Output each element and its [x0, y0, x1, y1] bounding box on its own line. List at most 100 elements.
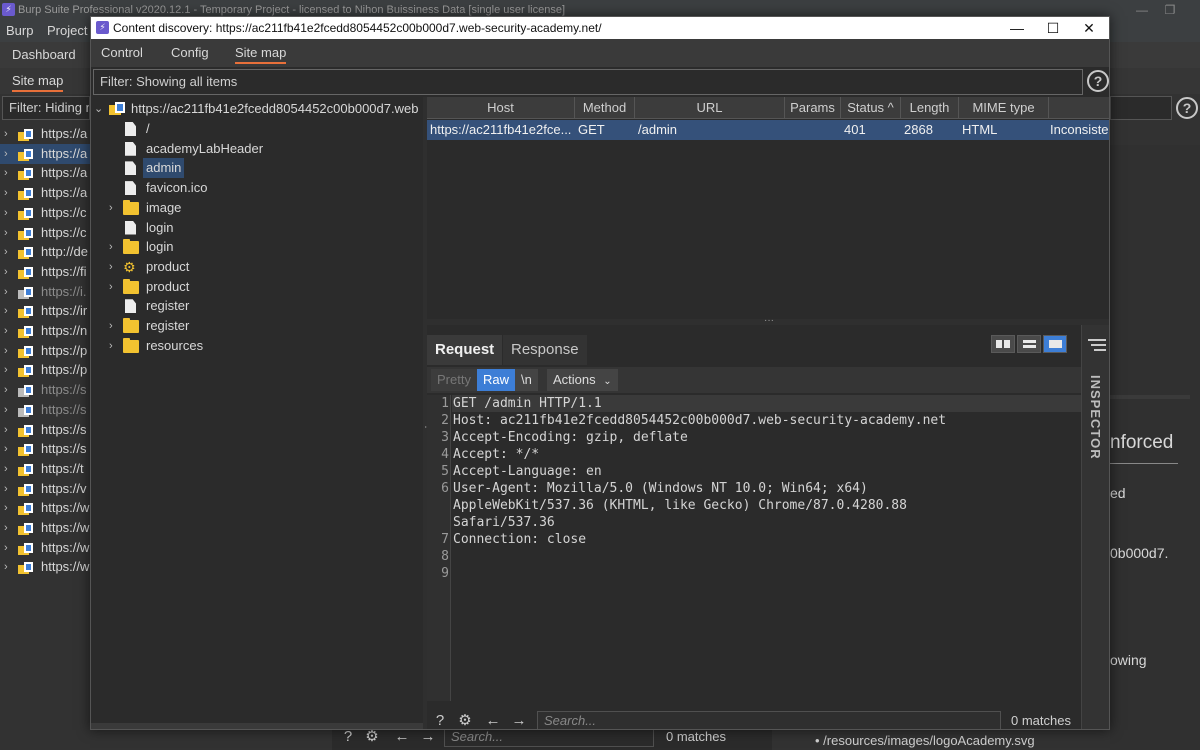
tab-response[interactable]: Response	[503, 335, 587, 365]
tab-control[interactable]: Control	[101, 45, 143, 60]
col-status[interactable]: Status ^	[841, 97, 901, 119]
restore-icon[interactable]: ❐	[1156, 0, 1184, 20]
tree-item[interactable]: › https://c	[0, 223, 90, 243]
chevron-right-icon[interactable]: ›	[109, 277, 113, 297]
chevron-right-icon[interactable]: ›	[4, 262, 8, 282]
tree-item[interactable]: › https://a	[0, 124, 90, 144]
inspector-menu-icon[interactable]	[1088, 339, 1106, 353]
chevron-right-icon[interactable]: ›	[4, 420, 8, 440]
tree-node[interactable]: academyLabHeader	[91, 139, 423, 159]
chevron-right-icon[interactable]: ›	[4, 144, 8, 164]
tree-item[interactable]: › https://s	[0, 420, 90, 440]
chevron-right-icon[interactable]: ›	[109, 336, 113, 356]
chevron-right-icon[interactable]: ›	[4, 538, 8, 558]
chevron-right-icon[interactable]: ›	[4, 439, 8, 459]
tree-item[interactable]: › https://s	[0, 439, 90, 459]
menu-project[interactable]: Project	[47, 23, 87, 38]
tab-request[interactable]: Request	[427, 335, 503, 365]
tree-item[interactable]: › https://a	[0, 163, 90, 183]
arrow-right-icon[interactable]: →	[509, 711, 529, 729]
chevron-right-icon[interactable]: ›	[109, 198, 113, 218]
chevron-right-icon[interactable]: ›	[109, 316, 113, 336]
tree-item[interactable]: › https://s	[0, 380, 90, 400]
minimize-icon[interactable]: —	[1128, 0, 1156, 20]
arrow-left-icon[interactable]: ←	[392, 727, 412, 747]
raw-button[interactable]: Raw	[477, 369, 516, 391]
col-method[interactable]: Method	[575, 97, 635, 119]
chevron-right-icon[interactable]: ›	[4, 163, 8, 183]
gear-icon[interactable]: ⚙	[362, 727, 382, 747]
chevron-right-icon[interactable]: ›	[4, 321, 8, 341]
inspector-sidebar[interactable]: INSPECTOR	[1081, 325, 1109, 729]
chevron-right-icon[interactable]: ›	[4, 203, 8, 223]
close-icon[interactable]: ✕	[1071, 17, 1107, 39]
tree-node[interactable]: › image	[91, 198, 423, 218]
tree-item[interactable]: › https://c	[0, 203, 90, 223]
chevron-right-icon[interactable]: ›	[4, 380, 8, 400]
main-right-filter[interactable]	[1110, 96, 1172, 120]
split-vertical-view-icon[interactable]	[1017, 335, 1041, 353]
chevron-down-icon[interactable]: ⌄	[94, 99, 103, 119]
help-icon[interactable]: ?	[1176, 97, 1198, 119]
gear-icon[interactable]: ⚙	[455, 711, 475, 729]
col-length[interactable]: Length	[901, 97, 959, 119]
inspector-label[interactable]: INSPECTOR	[1088, 375, 1103, 460]
tree-node[interactable]: › ⚙ product	[91, 257, 423, 277]
tree-node[interactable]: › product	[91, 277, 423, 297]
tree-node[interactable]: › login	[91, 237, 423, 257]
table-row[interactable]: https://ac211fb41e2fce... GET /admin 401…	[427, 120, 1109, 140]
tree-item[interactable]: › https://s	[0, 400, 90, 420]
col-params[interactable]: Params	[785, 97, 841, 119]
minimize-icon[interactable]: —	[999, 17, 1035, 39]
tree-item[interactable]: › https://ir	[0, 301, 90, 321]
chevron-right-icon[interactable]: ›	[4, 341, 8, 361]
chevron-right-icon[interactable]: ›	[4, 242, 8, 262]
filter-bar[interactable]: Filter: Showing all items	[93, 69, 1083, 95]
tree-item[interactable]: › https://i.	[0, 282, 90, 302]
tab-site-map[interactable]: Site map	[235, 45, 287, 64]
chevron-right-icon[interactable]: ›	[4, 557, 8, 577]
chevron-right-icon[interactable]: ›	[109, 237, 113, 257]
tree-node[interactable]: /	[91, 119, 423, 139]
newline-toggle-button[interactable]: \n	[515, 369, 538, 391]
help-icon[interactable]: ?	[430, 711, 450, 729]
chevron-right-icon[interactable]: ›	[4, 223, 8, 243]
chevron-right-icon[interactable]: ›	[4, 400, 8, 420]
chevron-right-icon[interactable]: ›	[4, 183, 8, 203]
chevron-right-icon[interactable]: ›	[4, 301, 8, 321]
search-input[interactable]: Search...	[444, 727, 654, 747]
request-editor[interactable]: 1 2 3 4 5 6 7 8 9 GET /admin HTTP/1.1 Host: ac211…	[427, 395, 1081, 701]
tree-node[interactable]: › resources	[91, 336, 423, 356]
tree-item[interactable]: › http://de	[0, 242, 90, 262]
tree-item[interactable]: › https://fi	[0, 262, 90, 282]
chevron-right-icon[interactable]: ›	[4, 518, 8, 538]
tree-node[interactable]: admin	[91, 158, 423, 179]
tree-item[interactable]: › https://w	[0, 498, 90, 518]
menu-burp[interactable]: Burp	[6, 23, 33, 38]
col-host[interactable]: Host	[427, 97, 575, 119]
tree-item[interactable]: › https://v	[0, 479, 90, 499]
tree-item[interactable]: › https://p	[0, 360, 90, 380]
tree-item[interactable]: › https://a	[0, 143, 90, 164]
help-icon[interactable]: ?	[1087, 70, 1109, 92]
tree-item[interactable]: › https://a	[0, 183, 90, 203]
maximize-icon[interactable]: ☐	[1035, 17, 1071, 39]
tab-site-map[interactable]: Site map	[12, 73, 64, 92]
chevron-right-icon[interactable]: ›	[4, 459, 8, 479]
tab-config[interactable]: Config	[171, 45, 209, 60]
col-url[interactable]: URL	[635, 97, 785, 119]
actions-dropdown[interactable]: Actions ⌄	[547, 369, 618, 391]
tree-item[interactable]: › https://w	[0, 538, 90, 558]
col-mime-type[interactable]: MIME type	[959, 97, 1049, 119]
tree-root[interactable]: ⌄ https://ac211fb41e2fcedd8054452c00b000…	[91, 99, 423, 119]
tab-dashboard[interactable]: Dashboard	[12, 47, 76, 62]
chevron-right-icon[interactable]: ›	[4, 360, 8, 380]
main-filter-bar[interactable]: Filter: Hiding n	[2, 96, 90, 120]
arrow-right-icon[interactable]: →	[418, 727, 438, 747]
tree-horizontal-scrollbar[interactable]	[91, 723, 423, 729]
tree-item[interactable]: › https://w	[0, 518, 90, 538]
split-horizontal-view-icon[interactable]	[991, 335, 1015, 353]
tree-item[interactable]: › https://t	[0, 459, 90, 479]
tree-item[interactable]: › https://w	[0, 557, 90, 577]
chevron-right-icon[interactable]: ›	[109, 257, 113, 277]
